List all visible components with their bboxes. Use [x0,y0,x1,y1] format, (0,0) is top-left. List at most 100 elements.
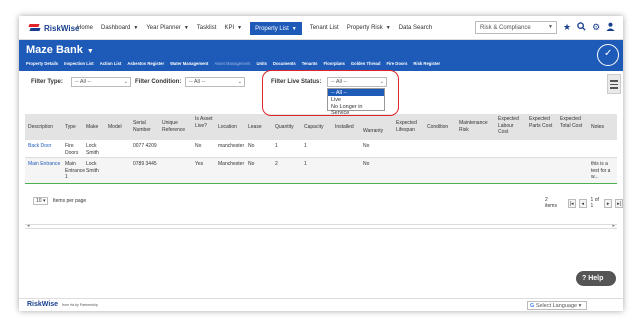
star-icon[interactable]: ★ [563,22,571,33]
footer-tagline: from rfa by Partnership [62,302,98,307]
nav-home[interactable]: Home [77,23,93,33]
nav-label: Property List [255,25,289,32]
col-location[interactable]: Location [218,124,237,131]
col-description[interactable]: Description [28,124,53,131]
prev-page-button[interactable]: ◂ [578,198,587,208]
google-g-icon: G [530,303,535,309]
nav-tasklist[interactable]: Tasklist [197,23,217,33]
table-row[interactable]: Main Entrance Main Entrance 1 Lock Smith… [25,158,617,184]
col-expected-parts-cost[interactable]: Expected Parts Cost [529,116,555,129]
risk-compliance-select[interactable]: Risk & Compliance ▼ [475,21,557,34]
subnav-floorplans[interactable]: Floorplans [323,61,344,66]
col-is-asset-live[interactable]: Is Asset Live? [195,116,215,129]
col-model[interactable]: Model [108,124,122,131]
property-title-text: Maze Bank [26,44,83,56]
logo-text: RiskWise [44,23,80,33]
cell-description[interactable]: Main Entrance [28,161,62,168]
cell-type: Main Entrance 1 [65,161,86,180]
language-select[interactable]: G Select Language ▾ [527,301,587,310]
last-page-button[interactable]: ▸| [615,198,623,208]
cell-make: Lock Smith [86,143,99,156]
subnav-fire-doors[interactable]: Fire Doors [386,61,407,66]
table-row[interactable]: Back Door Fire Doors Lock Smith 0077 420… [25,140,617,158]
caret-down-icon: ▼ [133,25,139,31]
nav-dashboard[interactable]: Dashboard ▼ [101,23,138,33]
subnav-risk-register[interactable]: Risk Register [413,61,440,66]
search-icon[interactable] [577,22,586,33]
property-header: Maze Bank ▼ Property Details Inspection L… [19,40,623,71]
col-unique-reference[interactable]: Unique Reference [162,120,190,133]
highlight-annotation-circle [262,70,399,116]
subnav-action-list[interactable]: Action List [100,61,122,66]
horizontal-scrollbar[interactable]: ◂ ▸ [25,223,617,229]
subnav-documents[interactable]: Documents [273,61,296,66]
col-installed[interactable]: Installed [335,124,354,131]
col-serial-number[interactable]: Serial Number [133,120,157,133]
chevron-down-icon: ⌄ [237,79,242,85]
col-make[interactable]: Make [86,124,98,131]
cell-lease: No [248,161,255,167]
caret-down-icon: ▼ [183,25,189,31]
caret-down-icon: ▼ [385,25,391,31]
subnav-asbestos-register[interactable]: Asbestos Register [127,61,164,66]
col-lease[interactable]: Lease [248,124,262,131]
user-icon[interactable] [606,22,615,33]
cell-warranty: No [363,161,370,167]
nav-label: Data Search [398,25,433,31]
subnav-asset-management[interactable]: Asset Management [214,61,250,66]
caret-down-icon: ▼ [291,25,297,32]
subnav-inspection-list[interactable]: Inspection List [64,61,94,66]
col-warranty[interactable]: Warranty [363,128,383,135]
subnav-tenants[interactable]: Tenants [302,61,318,66]
filter-type-value: -- All -- [75,79,92,85]
first-page-button[interactable]: |◂ [567,198,576,208]
col-capacity[interactable]: Capacity [304,124,323,131]
cell-warranty: No [363,143,370,149]
cell-type: Fire Doors [65,143,79,156]
col-quantity[interactable]: Quantity [275,124,294,131]
col-expected-labour-cost[interactable]: Expected Labour Cost [498,116,524,136]
col-type[interactable]: Type [65,124,76,131]
nav-label: Year Planner [146,25,181,31]
col-condition[interactable]: Condition [427,124,448,131]
risk-select-value: Risk & Compliance [480,25,531,31]
filter-condition-label: Filter Condition: [135,79,182,85]
cell-lease: No [248,143,255,149]
nav-tenant-list[interactable]: Tenant List [310,23,339,33]
col-notes[interactable]: Notes [591,124,604,131]
gear-icon[interactable]: ⚙ [592,22,600,33]
scroll-left-icon[interactable]: ◂ [27,223,30,229]
filter-condition-value: -- All -- [189,79,206,85]
subnav-property-details[interactable]: Property Details [26,61,58,66]
cell-quantity: 2 [275,161,278,167]
cell-capacity: 1 [304,143,307,149]
scroll-right-icon[interactable]: ▸ [612,223,615,229]
riskwise-logo[interactable]: RiskWise [28,22,80,34]
nav-property-risk[interactable]: Property Risk ▼ [347,23,391,33]
nav-property-list[interactable]: Property List ▼ [250,22,302,35]
nav-label: Home [77,25,94,31]
page-size-select[interactable]: 10 ▾ [33,197,49,205]
nav-year-planner[interactable]: Year Planner ▼ [146,23,188,33]
col-expected-total-cost[interactable]: Expected Total Cost [560,116,586,129]
filter-condition-select[interactable]: -- All -- ⌄ [185,77,245,87]
nav-data-search[interactable]: Data Search [399,23,432,33]
col-expected-lifespan[interactable]: Expected Lifespan [396,120,424,133]
filter-type-label: Filter Type: [31,79,63,85]
subnav-water-management[interactable]: Water Management [170,61,208,66]
property-title[interactable]: Maze Bank ▼ [26,44,94,56]
filter-type-select[interactable]: -- All -- ⌄ [71,77,131,87]
cell-description[interactable]: Back Door [28,143,51,150]
next-page-button[interactable]: ▸ [604,198,613,208]
cell-live: No [195,143,202,149]
subnav-golden-thread[interactable]: Golden Thread [351,61,381,66]
col-maintenance-risk[interactable]: Maintenance Risk [459,120,493,133]
help-button[interactable]: ? Help [576,271,616,286]
chevron-down-icon: ⌄ [123,79,128,85]
page-size-control: 10 ▾ Items per page [33,197,86,205]
cell-make: Lock Smith [86,161,99,174]
nav-kpi[interactable]: KPI ▼ [224,23,242,33]
nav-label: KPI [224,25,235,31]
subnav-units[interactable]: Units [256,61,266,66]
hamburger-menu-icon[interactable] [607,74,621,94]
